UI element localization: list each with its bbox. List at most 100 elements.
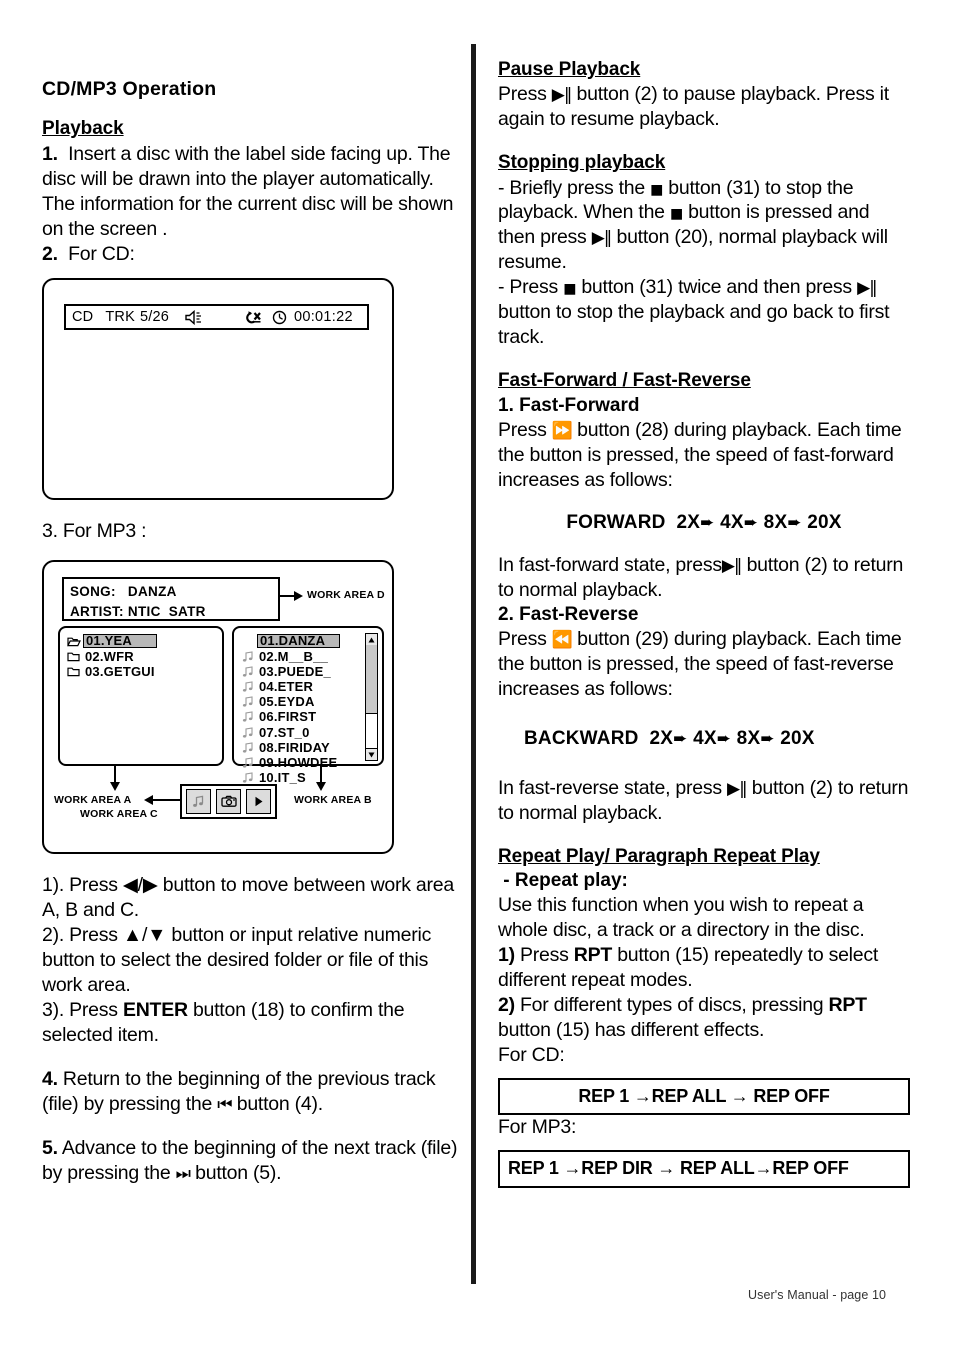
repeat-off-icon (243, 310, 262, 325)
list-item-label: 09.HOWDEE (259, 755, 338, 771)
play-pause-icon: ▶‖ (591, 228, 613, 249)
music-note-icon (240, 710, 255, 723)
photo-mode-button[interactable] (216, 789, 241, 815)
playback-heading: Playback (42, 118, 124, 140)
enter-button-label: ENTER (122, 999, 188, 1022)
fast-forward-reverse-heading: Fast-Forward / Fast-Reverse (498, 370, 751, 392)
fast-reverse-text: Press ⏪ button (29) during playback. Eac… (498, 627, 910, 702)
list-item[interactable]: 07.ST_0 (240, 725, 382, 740)
forward-step-4: 20X (807, 511, 842, 533)
repeat-item-2-a: For different types of discs, pressing (514, 994, 829, 1017)
playback-step-2: 2. For CD: (42, 242, 462, 267)
mp3-toolbar (180, 784, 277, 820)
folder-list-panel[interactable]: 01.YEA 02.WFR 03.GETGUI (58, 626, 224, 767)
list-item[interactable]: 02.WFR (66, 649, 222, 664)
previous-track-icon: ⏮ (217, 1095, 232, 1116)
repeat-item-2-number: 2) (498, 994, 515, 1017)
page-footer: User's Manual - page 10 (748, 1288, 887, 1302)
list-item-label: 06.FIRST (259, 709, 317, 725)
play-pause-icon: ▶‖ (721, 555, 743, 576)
scrollbar-thumb[interactable] (366, 645, 377, 715)
list-item[interactable]: 06.FIRST (240, 709, 382, 724)
list-item[interactable]: 05.EYDA (240, 694, 382, 709)
mp3-now-playing-box: SONG: DANZA ARTIST: NTIC SATR (62, 577, 280, 622)
list-item[interactable]: 09.HOWDEE (240, 755, 382, 770)
backward-step-3: 8X (736, 727, 761, 749)
cd-elapsed-time: 00:01:22 (293, 309, 353, 326)
list-item[interactable]: 10.IT_S (240, 770, 382, 785)
list-item[interactable]: 01.YEA (66, 633, 222, 649)
next-track-icon: ⏭ (175, 1163, 191, 1184)
pause-playback-text: Press ▶‖ button (2) to pause playback. P… (498, 82, 910, 132)
playback-step-3: 3. For MP3 : (42, 520, 147, 543)
mp3-substep-1: 1). Press ◀/▶ button to move between wor… (42, 874, 454, 922)
repeat-item-2: 2) For different types of discs, pressin… (498, 993, 910, 1043)
manual-page: CD/MP3 Operation Playback 1. Insert a di… (0, 0, 954, 1352)
arrow-right-icon (280, 590, 304, 601)
backward-step-1: 2X (649, 727, 674, 749)
forward-label: FORWARD (566, 511, 666, 533)
music-note-icon (240, 635, 255, 648)
ffr-text-a: In fast-forward state, press (498, 553, 722, 576)
arrow-down-icon (110, 766, 120, 792)
backward-step-2: 4X (693, 727, 717, 749)
repeat-play-subheading-text: - Repeat play: (503, 869, 628, 891)
arrow-right-icon: ➨ (760, 728, 775, 749)
music-note-icon (240, 771, 255, 784)
cd-track-number: 5/26 (139, 309, 169, 326)
stop2-text-a: - Press (498, 276, 564, 299)
list-item[interactable]: 01.DANZA (240, 633, 382, 649)
list-item-label: 04.ETER (259, 679, 314, 695)
arrow-down-icon (316, 766, 326, 792)
cd-source-label: CD (72, 309, 94, 326)
mp3-artist-value: NTIC SATR (127, 603, 206, 619)
pause-playback-heading: Pause Playback (498, 59, 641, 80)
stop-text-a: - Briefly press the (498, 176, 651, 199)
list-item[interactable]: 03.GETGUI (66, 664, 222, 679)
folder-icon (66, 650, 81, 663)
fast-forward-heading: 1. Fast-Forward (498, 394, 640, 416)
list-item-label: 01.DANZA (257, 634, 341, 649)
step-5-number: 5. (42, 1137, 58, 1159)
arrow-right-icon: ➨ (716, 728, 732, 749)
arrow-right-icon: ➨ (700, 512, 715, 533)
work-area-d-callout: WORK AREA D (280, 589, 385, 601)
forward-step-3: 8X (763, 511, 788, 533)
music-note-icon (240, 680, 255, 693)
repeat-item-1-a: Press (514, 944, 574, 967)
arrow-right-icon: ➨ (787, 512, 802, 533)
playback-step-1: 1. Insert a disc with the label side fac… (42, 142, 462, 242)
list-item[interactable]: 03.PUEDE_ (240, 664, 382, 679)
step-5-text-b: button (5). (189, 1161, 282, 1184)
list-item-label: 03.GETGUI (85, 663, 155, 679)
list-item-label: 03.PUEDE_ (259, 663, 331, 679)
fast-forward-icon: ⏩ (551, 420, 573, 441)
list-item[interactable]: 08.FIRIDAY (240, 740, 382, 755)
list-item-label: 05.EYDA (259, 694, 315, 710)
for-mp3-label: For MP3: (498, 1116, 577, 1139)
list-item[interactable]: 04.ETER (240, 679, 382, 694)
cd-repeat-modes-box: REP 1 →REP ALL → REP OFF (498, 1077, 910, 1116)
cd-status-bar: CD TRK 5/26 00:01:22 (64, 304, 369, 331)
playback-step-4: 4. Return to the beginning of the previo… (42, 1067, 462, 1117)
column-divider (471, 44, 476, 1284)
scroll-down-arrow-icon[interactable] (366, 748, 377, 761)
mp3-artist-row: ARTIST: NTIC SATR (70, 602, 272, 622)
stopping-bullet-2: - Press ■ button (31) twice and then pre… (498, 275, 910, 350)
backward-speed-sequence: BACKWARD 2X➨ 4X➨ 8X➨ 20X (498, 728, 910, 750)
file-list-scrollbar[interactable] (365, 633, 378, 762)
list-item-label: 08.FIRIDAY (259, 739, 330, 755)
play-button[interactable] (246, 789, 271, 815)
folder-icon (66, 665, 81, 678)
music-note-icon (240, 726, 255, 739)
forward-speed-sequence: FORWARD 2X➨ 4X➨ 8X➨ 20X (498, 512, 910, 534)
step-2-text: For CD: (68, 242, 135, 265)
music-note-icon (240, 695, 255, 708)
list-item[interactable]: 02.M__B__ (240, 649, 382, 664)
file-list-panel[interactable]: 01.DANZA 02.M__B__ 03.PUEDE_ 04.ETER 05.… (232, 626, 384, 785)
mp3-song-label: SONG: (70, 584, 116, 600)
work-area-c-label: WORK AREA C (80, 808, 158, 821)
audio-mode-button[interactable] (186, 789, 211, 815)
repeat-item-1-number: 1) (498, 944, 515, 967)
arrow-left-icon (144, 795, 182, 806)
